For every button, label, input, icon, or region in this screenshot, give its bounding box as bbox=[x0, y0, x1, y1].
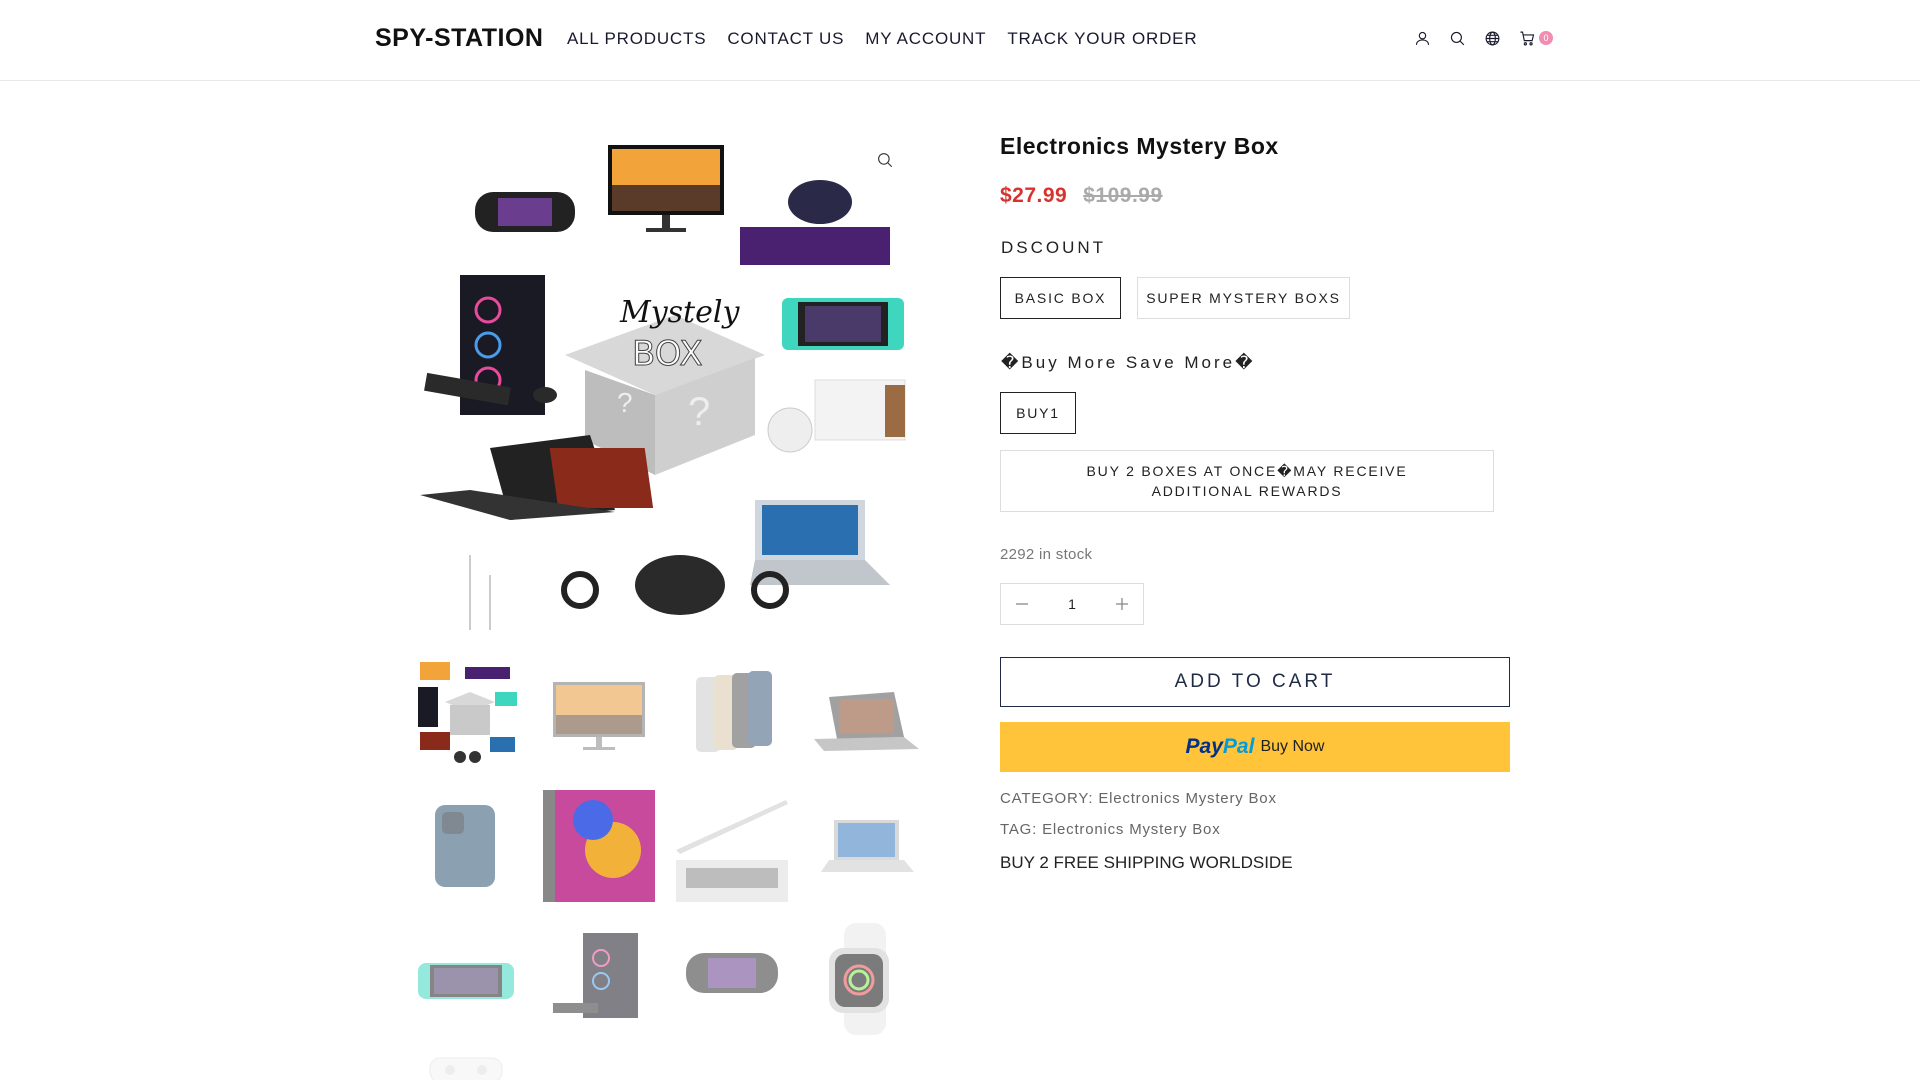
option-basic-box[interactable]: BASIC BOX bbox=[1000, 277, 1121, 319]
paypal-button-label: Buy Now bbox=[1260, 738, 1325, 755]
mystery-box-collage: Mystely BOX ? ? bbox=[420, 145, 906, 630]
thumbnail-macbook[interactable] bbox=[676, 790, 788, 902]
thumbnail-laptop[interactable] bbox=[809, 657, 921, 769]
main-nav: ALL PRODUCTS CONTACT US MY ACCOUNT TRACK… bbox=[567, 29, 1197, 49]
thumbnail-airpods[interactable] bbox=[410, 1056, 522, 1080]
price-row: $27.99 $109.99 bbox=[1000, 184, 1163, 208]
nav-my-account[interactable]: MY ACCOUNT bbox=[865, 29, 986, 49]
site-logo[interactable]: SPY-STATION bbox=[375, 24, 543, 53]
option-buy2-boxes[interactable]: BUY 2 BOXES AT ONCE�MAY RECEIVE ADDITION… bbox=[1000, 450, 1494, 512]
cart-count-badge: 0 bbox=[1539, 31, 1553, 45]
user-icon[interactable] bbox=[1413, 29, 1431, 47]
globe-icon[interactable] bbox=[1483, 29, 1501, 47]
category-label: CATEGORY: bbox=[1000, 790, 1094, 807]
tag-link[interactable]: Electronics Mystery Box bbox=[1042, 821, 1220, 838]
paypal-logo: PayPal bbox=[1185, 735, 1255, 758]
thumbnail-monitor[interactable] bbox=[543, 657, 655, 769]
thumbnail-phones[interactable] bbox=[676, 657, 788, 769]
svg-text:BOX: BOX bbox=[632, 334, 703, 374]
nav-contact-us[interactable]: CONTACT US bbox=[727, 29, 844, 49]
main-product-image[interactable]: Mystely BOX ? ? bbox=[410, 130, 920, 630]
svg-text:Mystely: Mystely bbox=[619, 295, 740, 330]
category-link[interactable]: Electronics Mystery Box bbox=[1098, 790, 1276, 807]
thumbnail-psp[interactable] bbox=[676, 923, 788, 1035]
svg-text:?: ? bbox=[617, 387, 633, 418]
option-buy1[interactable]: BUY1 bbox=[1000, 392, 1076, 434]
original-price: $109.99 bbox=[1083, 184, 1163, 207]
cart-button[interactable]: 0 bbox=[1518, 29, 1553, 47]
thumbnail-mystery-box[interactable] bbox=[410, 657, 522, 769]
discount-option-label: DSCOUNT bbox=[1001, 238, 1107, 257]
buy-more-option-label: �Buy More Save More� bbox=[1001, 353, 1256, 372]
product-tag: TAG: Electronics Mystery Box bbox=[1000, 821, 1221, 838]
nav-all-products[interactable]: ALL PRODUCTS bbox=[567, 29, 706, 49]
zoom-icon[interactable] bbox=[876, 151, 896, 171]
tag-label: TAG: bbox=[1000, 821, 1038, 838]
thumbnail-switch[interactable] bbox=[410, 923, 522, 1035]
plus-icon bbox=[1115, 598, 1128, 610]
quantity-decrease-button[interactable] bbox=[1013, 595, 1031, 613]
add-to-cart-button[interactable]: ADD TO CART bbox=[1000, 657, 1510, 707]
thumbnail-watch[interactable] bbox=[809, 923, 921, 1035]
thumbnail-acer-laptop[interactable] bbox=[809, 790, 921, 902]
option-super-mystery-boxs[interactable]: SUPER MYSTERY BOXS bbox=[1137, 277, 1350, 319]
cart-icon bbox=[1518, 29, 1536, 47]
sale-price: $27.99 bbox=[1000, 184, 1068, 207]
product-category: CATEGORY: Electronics Mystery Box bbox=[1000, 790, 1277, 807]
quantity-stepper: 1 bbox=[1000, 583, 1144, 625]
search-icon[interactable] bbox=[1448, 29, 1466, 47]
header-icons: 0 bbox=[1413, 29, 1553, 47]
site-header: SPY-STATION ALL PRODUCTS CONTACT US MY A… bbox=[0, 0, 1920, 81]
thumbnail-iphone-blue[interactable] bbox=[410, 790, 522, 902]
paypal-buy-now-button[interactable]: PayPal Buy Now bbox=[1000, 722, 1510, 772]
minus-icon bbox=[1016, 603, 1028, 605]
svg-text:?: ? bbox=[688, 390, 710, 434]
stock-status: 2292 in stock bbox=[1000, 546, 1093, 563]
thumbnail-pc-tower[interactable] bbox=[543, 923, 655, 1035]
quantity-value[interactable]: 1 bbox=[1068, 596, 1076, 612]
shipping-note: BUY 2 FREE SHIPPING WORLDSIDE bbox=[1000, 853, 1293, 872]
thumbnail-ipad[interactable] bbox=[543, 790, 655, 902]
thumbnail-gallery bbox=[410, 657, 925, 1080]
product-title: Electronics Mystery Box bbox=[1000, 133, 1279, 159]
quantity-increase-button[interactable] bbox=[1113, 595, 1131, 613]
nav-track-order[interactable]: TRACK YOUR ORDER bbox=[1007, 29, 1197, 49]
